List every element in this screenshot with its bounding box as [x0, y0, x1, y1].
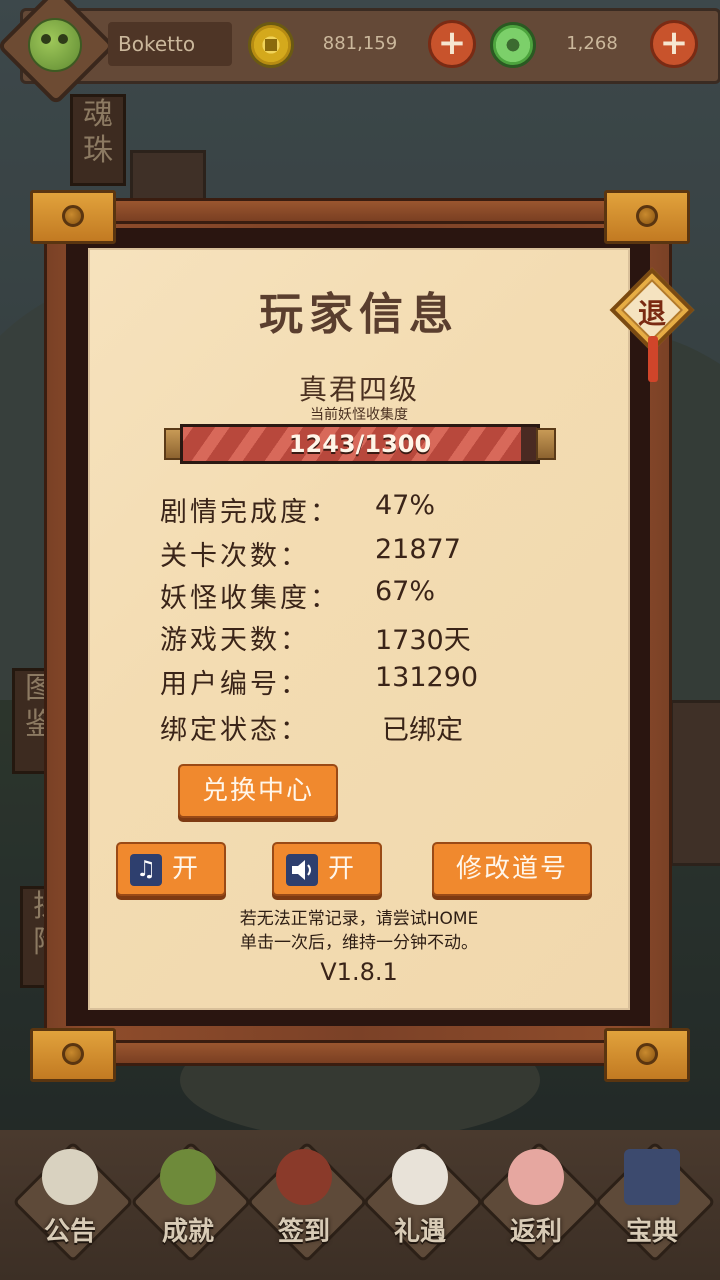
stat-value: 1730天	[375, 625, 471, 656]
nav-book[interactable]: 宝典	[594, 1141, 716, 1265]
checkin-icon	[276, 1149, 332, 1205]
nav-label: 公告	[43, 1217, 96, 1247]
music-toggle-label: 开	[172, 854, 199, 884]
stat-label: 用户编号：	[160, 669, 310, 700]
note-line-1: 若无法正常记录，请尝试HOME	[239, 909, 479, 929]
nav-checkin[interactable]: 签到	[246, 1141, 368, 1265]
gold-amount: 881,159	[322, 33, 398, 54]
stat-user-id: 用户编号： 131290	[160, 662, 600, 702]
stat-value: 67%	[375, 576, 436, 607]
music-note-icon: ♫	[130, 854, 162, 886]
player-name: Boketto	[108, 22, 232, 66]
exit-label: 退	[637, 297, 666, 330]
progress-text: 1243/1300	[288, 430, 432, 458]
add-jade-button[interactable]: +	[650, 20, 698, 68]
add-gold-button[interactable]: +	[428, 20, 476, 68]
stat-story-completion: 剧情完成度： 47%	[160, 490, 600, 530]
stat-label: 关卡次数：	[160, 541, 310, 572]
stat-label: 妖怪收集度：	[160, 583, 340, 614]
rebate-icon	[508, 1149, 564, 1205]
dialog-title: 玩家信息	[259, 289, 459, 340]
stat-value: 47%	[375, 490, 436, 521]
stat-monster-collection: 妖怪收集度： 67%	[160, 576, 600, 616]
side-tab-soul-orb[interactable]: 魂珠	[70, 94, 126, 186]
stat-value: 已绑定	[382, 715, 463, 746]
collection-progress-bar: 1243/1300	[164, 424, 556, 464]
frame-rail-bottom	[40, 1040, 680, 1066]
nav-achievement[interactable]: 成就	[130, 1141, 252, 1265]
player-rank: 真君四级	[298, 373, 419, 406]
top-bar: Boketto 881,159 + 1,268 +	[0, 0, 720, 106]
bottom-nav: 公告 成就 签到 礼遇 返利 宝典	[0, 1130, 720, 1280]
frame-corner	[604, 1028, 690, 1082]
nav-label: 成就	[161, 1217, 214, 1247]
jade-coin-icon	[490, 22, 536, 68]
gold-coin-icon	[248, 22, 294, 68]
nav-gift[interactable]: 礼遇	[362, 1141, 484, 1265]
stat-value: 131290	[375, 662, 479, 693]
rank-subtitle: 当前妖怪收集度	[310, 407, 408, 423]
frame-corner	[30, 1028, 116, 1082]
stat-binding-status: 绑定状态： 已绑定	[160, 708, 600, 748]
book-icon	[624, 1149, 680, 1205]
exit-tassel	[648, 336, 658, 382]
stat-value: 21877	[375, 534, 461, 565]
stat-game-days: 游戏天数： 1730天	[160, 618, 600, 658]
notice-icon	[42, 1149, 98, 1205]
version-label: V1.8.1	[320, 958, 398, 986]
stat-stage-count: 关卡次数： 21877	[160, 534, 600, 574]
nav-label: 返利	[509, 1217, 562, 1247]
nav-label: 宝典	[625, 1217, 678, 1247]
sound-toggle-label: 开	[328, 854, 355, 884]
stat-label: 剧情完成度：	[160, 497, 340, 528]
stat-label: 绑定状态：	[160, 715, 310, 746]
achievement-icon	[160, 1149, 216, 1205]
sound-toggle-button[interactable]: 开	[272, 842, 382, 896]
frame-rail-top	[40, 198, 680, 224]
rename-button[interactable]: 修改道号	[432, 842, 592, 896]
note-line-2: 单击一次后，维持一分钟不动。	[240, 933, 478, 953]
frame-corner	[604, 190, 690, 244]
jade-amount: 1,268	[566, 33, 618, 54]
frame-corner	[30, 190, 116, 244]
avatar[interactable]	[28, 18, 82, 72]
stat-label: 游戏天数：	[160, 625, 310, 656]
music-toggle-button[interactable]: ♫ 开	[116, 842, 226, 896]
exchange-center-button[interactable]: 兑换中心	[178, 764, 338, 818]
nav-label: 礼遇	[393, 1217, 446, 1247]
nav-rebate[interactable]: 返利	[478, 1141, 600, 1265]
nav-label: 签到	[277, 1217, 330, 1247]
gift-icon	[392, 1149, 448, 1205]
nav-notice[interactable]: 公告	[12, 1141, 134, 1265]
speaker-icon	[286, 854, 318, 886]
